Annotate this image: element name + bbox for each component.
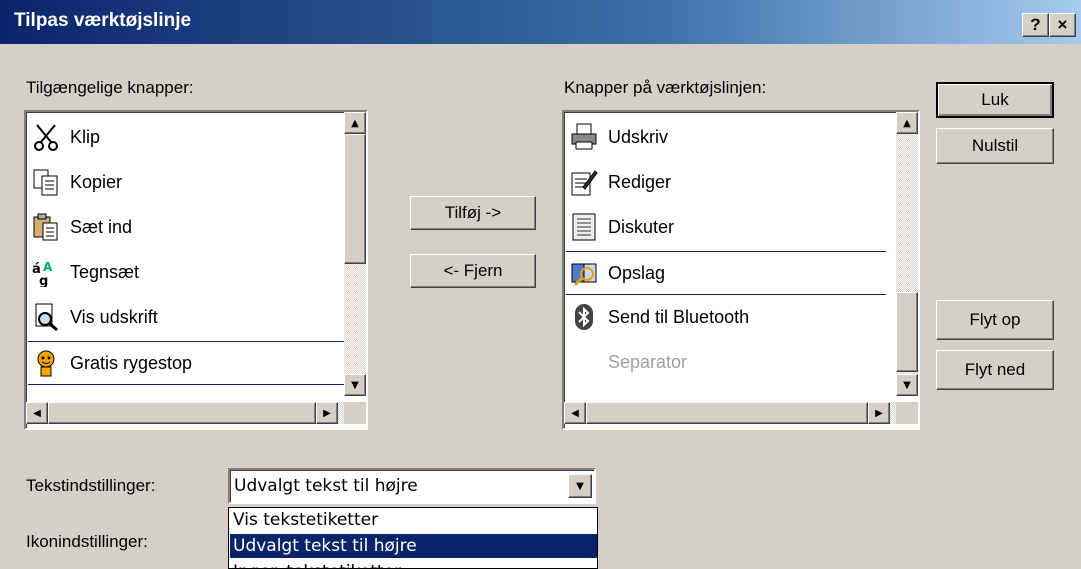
dropdown-option[interactable]: Ingen tekstetiketter (230, 560, 597, 568)
svg-text:g: g (39, 274, 48, 287)
toolbar-list-item[interactable]: Send til Bluetooth (566, 296, 886, 338)
right-scroll-right-button[interactable]: ▶ (868, 402, 890, 424)
available-list-item[interactable]: Vis udskrift (28, 296, 344, 338)
available-item-label: Vis udskrift (70, 306, 158, 327)
toolbar-list-item[interactable]: Diskuter (566, 206, 886, 248)
toolbar-item-label: Udskriv (608, 126, 669, 147)
dropdown-option[interactable]: Vis tekstetiketter (230, 508, 597, 532)
available-item-label: Tegnsæt (70, 261, 140, 282)
toolbar-buttons-list[interactable]: Udskriv Rediger Diskuter Opslag Send til Blu… (562, 110, 920, 430)
empty-icon (566, 345, 602, 379)
available-list-item[interactable]: Sæt ind (28, 206, 344, 248)
left-scroll-right-button[interactable]: ▶ (316, 402, 338, 424)
available-list-item[interactable]: Kopier (28, 161, 344, 203)
text-options-dropdown[interactable]: Vis tekstetiketter Udvalgt tekst til høj… (228, 507, 598, 569)
left-hscroll-thumb[interactable] (48, 402, 316, 424)
text-options-value: Udvalgt tekst til højre (234, 476, 418, 496)
available-item-label: Gratis rygestop (70, 352, 193, 373)
text-options-label: Tekstindstillinger: (26, 476, 156, 495)
available-item-label: Klip (70, 126, 101, 147)
print-preview-icon (28, 300, 64, 334)
toolbar-list-item[interactable]: Separator (566, 341, 886, 383)
toolbar-buttons-label: Knapper på værktøjslinjen: (564, 78, 767, 97)
discuss-icon (566, 210, 602, 244)
toolbar-item-label: Rediger (608, 171, 672, 192)
icon-options-label: Ikonindstillinger: (26, 532, 148, 551)
dropdown-arrow-icon[interactable]: ▼ (568, 474, 592, 498)
available-item-label: Sæt ind (70, 216, 133, 237)
toolbar-item-label: Opslag (608, 262, 666, 283)
available-list-item[interactable]: Klip (28, 116, 344, 158)
toolbar-list-item[interactable]: Opslag (566, 251, 886, 295)
right-scroll-up-button[interactable]: ▲ (896, 112, 918, 134)
left-vscroll-thumb[interactable] (344, 134, 366, 264)
right-scroll-left-button[interactable]: ◀ (564, 402, 586, 424)
available-item-label: Kopier (70, 171, 123, 192)
move-down-button[interactable]: Flyt ned (936, 350, 1054, 390)
text-options-select[interactable]: Udvalgt tekst til højre ▼ (228, 468, 596, 504)
available-buttons-list[interactable]: Klip Kopier Sæt ind á Ag Tegnsæt Vis udskrift G… (24, 110, 368, 430)
copy-icon (28, 165, 64, 199)
toolbar-item-label: Send til Bluetooth (608, 306, 750, 327)
right-scroll-down-button[interactable]: ▼ (896, 374, 918, 396)
lookup-icon (566, 256, 602, 290)
reset-button[interactable]: Nulstil (936, 128, 1054, 164)
left-scroll-corner (344, 402, 366, 424)
left-scroll-up-button[interactable]: ▲ (344, 112, 366, 134)
left-scroll-down-button[interactable]: ▼ (344, 374, 366, 396)
bluetooth-icon (566, 300, 602, 334)
toolbar-item-label: Diskuter (608, 216, 675, 237)
toolbar-item-label: Separator (608, 351, 688, 372)
add-button[interactable]: Tilføj -> (410, 196, 536, 230)
left-scroll-left-button[interactable]: ◀ (26, 402, 48, 424)
right-hscroll-thumb[interactable] (586, 402, 868, 424)
remove-button[interactable]: <- Fjern (410, 254, 536, 288)
dropdown-option-selected[interactable]: Udvalgt tekst til højre (230, 534, 597, 558)
edit-icon (566, 165, 602, 199)
close-dialog-button[interactable]: Luk (936, 82, 1054, 118)
charset-icon: áAg (28, 255, 64, 289)
paste-icon (28, 210, 64, 244)
printer-icon (566, 120, 602, 154)
window-title: Tilpas værktøjslinje (14, 10, 192, 31)
right-scroll-corner (896, 402, 918, 424)
available-list-item[interactable]: á Ag Tegnsæt (28, 251, 344, 293)
scissors-icon (28, 120, 64, 154)
help-button[interactable]: ? (1022, 13, 1049, 37)
toolbar-list-item[interactable]: Rediger (566, 161, 886, 203)
toolbar-list-item[interactable]: Udskriv (566, 116, 886, 158)
move-up-button[interactable]: Flyt op (936, 300, 1054, 340)
right-vscroll-thumb[interactable] (896, 292, 918, 372)
no-smoking-icon (28, 346, 64, 380)
svg-text:A: A (43, 260, 53, 274)
close-window-button[interactable]: × (1049, 13, 1076, 37)
available-list-item[interactable]: Gratis rygestop (28, 341, 344, 385)
available-buttons-label: Tilgængelige knapper: (26, 78, 194, 97)
